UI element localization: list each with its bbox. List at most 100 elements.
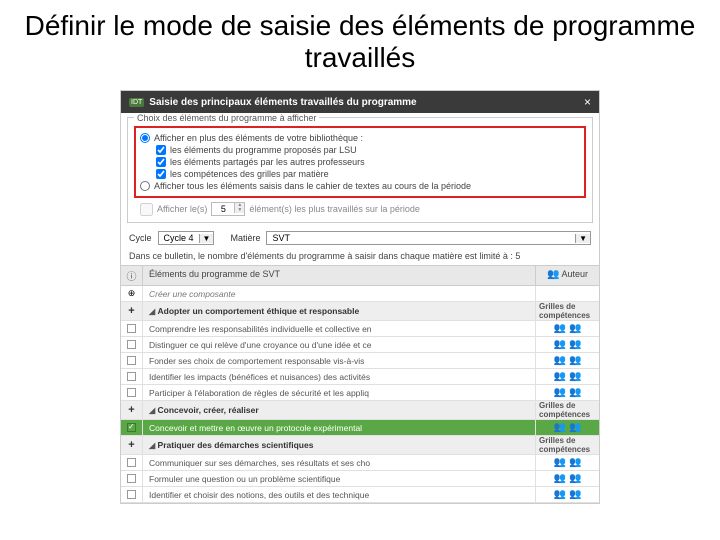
row-text: Concevoir et mettre en œuvre un protocol…: [143, 420, 535, 435]
people-icon: 👥: [547, 269, 559, 280]
fieldset-legend: Choix des éléments du programme à affich…: [134, 113, 319, 123]
row-text: Fonder ses choix de comportement respons…: [143, 353, 535, 368]
matiere-label: Matière: [230, 233, 260, 243]
checkbox-profs[interactable]: les éléments partagés par les autres pro…: [156, 157, 580, 167]
row-checkbox[interactable]: [127, 388, 136, 397]
radio-bibliotheque-input[interactable]: [140, 133, 150, 143]
people-icon: 👥: [569, 387, 581, 398]
people-icon: 👥: [554, 323, 566, 334]
row-checkbox[interactable]: [127, 372, 136, 381]
row-checkbox[interactable]: [127, 356, 136, 365]
dialog: IDT Saisie des principaux éléments trava…: [120, 90, 600, 504]
count-input[interactable]: [212, 203, 234, 215]
row-text: Formuler une question ou un problème sci…: [143, 471, 535, 486]
matiere-select[interactable]: SVT ▼: [266, 231, 591, 245]
radio-bibliotheque-label: Afficher en plus des éléments de votre b…: [154, 133, 363, 143]
elements-table: ⓘ Éléments du programme de SVT 👥 Auteur …: [121, 265, 599, 503]
group-row[interactable]: + ◢ Pratiquer des démarches scientifiques…: [121, 436, 599, 455]
col-auteur: Auteur: [561, 269, 588, 279]
radio-bibliotheque[interactable]: Afficher en plus des éléments de votre b…: [140, 133, 580, 143]
people-icon: 👥: [569, 473, 581, 484]
row-text: Identifier les impacts (bénéfices et nui…: [143, 369, 535, 384]
create-label: Créer une composante: [143, 286, 535, 301]
row-text: Communiquer sur ses démarches, ses résul…: [143, 455, 535, 470]
row-checkbox[interactable]: [127, 474, 136, 483]
chevron-down-icon[interactable]: ▼: [199, 234, 214, 243]
table-row[interactable]: Fonder ses choix de comportement respons…: [121, 353, 599, 369]
checkbox-lsu-label: les éléments du programme proposés par L…: [170, 145, 357, 155]
expand-icon[interactable]: +: [128, 305, 134, 317]
cycle-label: Cycle: [129, 233, 152, 243]
people-icon: 👥: [554, 387, 566, 398]
group-right: Grilles de compétences: [535, 401, 599, 419]
info-icon[interactable]: ⓘ: [121, 266, 143, 285]
people-icon: 👥: [569, 371, 581, 382]
row-text: Participer à l'élaboration de règles de …: [143, 385, 535, 400]
spinner-down-icon[interactable]: ▼: [234, 208, 244, 213]
table-row[interactable]: Formuler une question ou un problème sci…: [121, 471, 599, 487]
people-icon: 👥: [569, 355, 581, 366]
group-title: Adopter un comportement éthique et respo…: [158, 306, 360, 316]
limit-note: Dans ce bulletin, le nombre d'éléments d…: [121, 249, 599, 265]
close-icon[interactable]: ×: [584, 95, 591, 109]
checkbox-profs-input[interactable]: [156, 157, 166, 167]
matiere-value: SVT: [267, 232, 575, 244]
people-icon: 👥: [554, 473, 566, 484]
people-icon: 👥: [554, 339, 566, 350]
dialog-title: Saisie des principaux éléments travaillé…: [149, 97, 416, 108]
radio-cahier-input[interactable]: [140, 181, 150, 191]
cycle-select[interactable]: Cycle 4 ▼: [158, 231, 215, 245]
row-text: Identifier et choisir des notions, des o…: [143, 487, 535, 502]
table-row[interactable]: Communiquer sur ses démarches, ses résul…: [121, 455, 599, 471]
row-checkbox[interactable]: [127, 324, 136, 333]
chevron-down-icon[interactable]: ▼: [575, 234, 590, 243]
row-text: Comprendre les responsabilités individue…: [143, 321, 535, 336]
expand-icon[interactable]: +: [128, 404, 134, 416]
checkbox-grilles-input[interactable]: [156, 169, 166, 179]
row-text: Distinguer ce qui relève d'une croyance …: [143, 337, 535, 352]
group-title: Pratiquer des démarches scientifiques: [158, 440, 314, 450]
checkbox-lsu[interactable]: les éléments du programme proposés par L…: [156, 145, 580, 155]
people-icon: 👥: [569, 422, 581, 433]
table-row[interactable]: Identifier et choisir des notions, des o…: [121, 487, 599, 503]
row-checkbox[interactable]: [127, 423, 136, 432]
table-row[interactable]: Identifier les impacts (bénéfices et nui…: [121, 369, 599, 385]
radio-cahier[interactable]: Afficher tous les éléments saisis dans l…: [140, 181, 580, 191]
radio-cahier-label: Afficher tous les éléments saisis dans l…: [154, 181, 471, 191]
checkbox-grilles[interactable]: les compétences des grilles par matière: [156, 169, 580, 179]
afficher-count-row: Afficher le(s) ▲▼ élément(s) les plus tr…: [140, 202, 586, 216]
people-icon: 👥: [569, 489, 581, 500]
table-header: ⓘ Éléments du programme de SVT 👥 Auteur: [121, 266, 599, 286]
slide-title: Définir le mode de saisie des éléments d…: [0, 0, 720, 82]
checkbox-lsu-input[interactable]: [156, 145, 166, 155]
people-icon: 👥: [569, 457, 581, 468]
people-icon: 👥: [554, 371, 566, 382]
triangle-icon: ◢: [149, 307, 155, 316]
table-row[interactable]: Distinguer ce qui relève d'une croyance …: [121, 337, 599, 353]
group-right: Grilles de compétences: [535, 436, 599, 454]
checkbox-grilles-label: les compétences des grilles par matière: [170, 169, 329, 179]
checkbox-afficher-count: [140, 203, 153, 216]
table-row[interactable]: Participer à l'élaboration de règles de …: [121, 385, 599, 401]
checkbox-profs-label: les éléments partagés par les autres pro…: [170, 157, 365, 167]
filters-row: Cycle Cycle 4 ▼ Matière SVT ▼: [121, 227, 599, 249]
people-icon: 👥: [554, 457, 566, 468]
display-options-fieldset: Choix des éléments du programme à affich…: [127, 117, 593, 223]
group-title: Concevoir, créer, réaliser: [158, 405, 259, 415]
cycle-value: Cycle 4: [159, 232, 199, 244]
people-icon: 👥: [554, 422, 566, 433]
row-checkbox[interactable]: [127, 490, 136, 499]
expand-icon[interactable]: +: [128, 439, 134, 451]
group-row[interactable]: +◢ Concevoir, créer, réaliserGrilles de …: [121, 401, 599, 420]
group-row[interactable]: + ◢ Adopter un comportement éthique et re…: [121, 302, 599, 321]
row-checkbox[interactable]: [127, 340, 136, 349]
create-row[interactable]: ⊕ Créer une composante: [121, 286, 599, 302]
row-checkbox[interactable]: [127, 458, 136, 467]
triangle-icon: ◢: [149, 441, 155, 450]
table-row[interactable]: Comprendre les responsabilités individue…: [121, 321, 599, 337]
people-icon: 👥: [569, 339, 581, 350]
count-spinner[interactable]: ▲▼: [211, 202, 245, 216]
table-row[interactable]: Concevoir et mettre en œuvre un protocol…: [121, 420, 599, 436]
create-icon[interactable]: ⊕: [121, 286, 143, 301]
afficher-tail-label: élément(s) les plus travaillés sur la pé…: [249, 204, 420, 214]
